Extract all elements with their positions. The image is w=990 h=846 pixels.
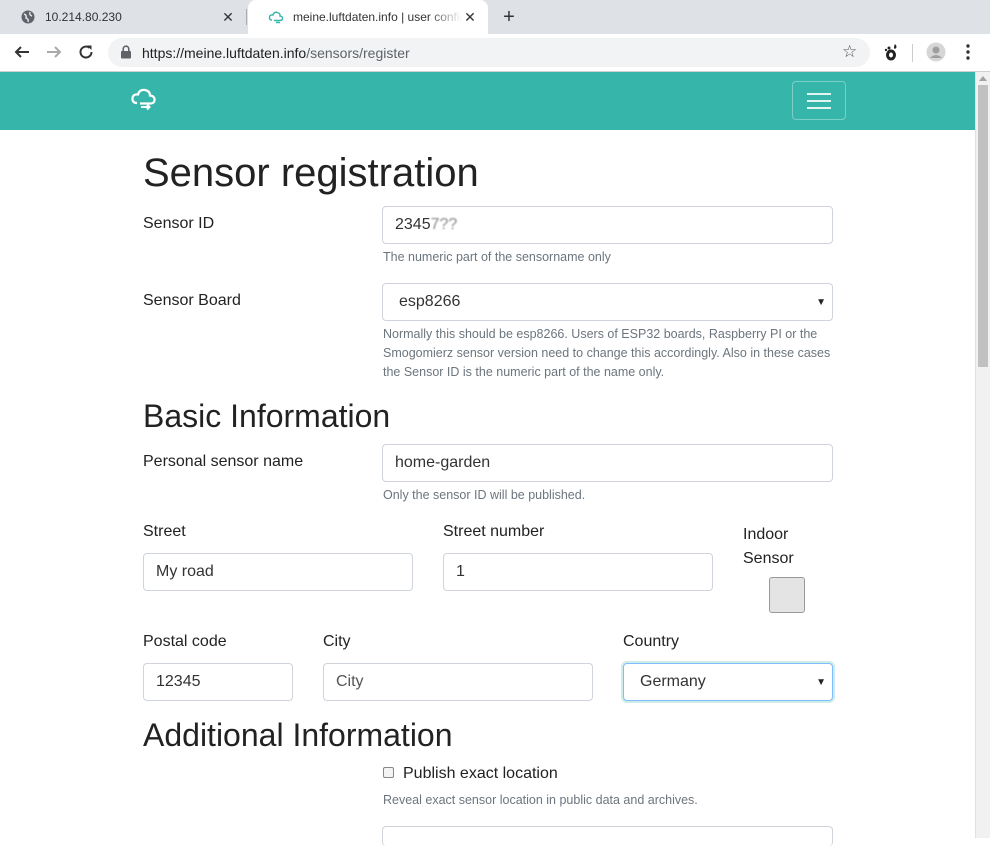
country-value: Germany (640, 673, 706, 690)
sensor-board-help: Normally this should be esp8266. Users o… (383, 327, 831, 379)
street-label: Street (143, 523, 186, 540)
city-label: City (323, 633, 351, 650)
tab-title: 10.214.80.230 (45, 10, 122, 24)
sensor-id-obscured: 7?? (430, 216, 458, 233)
next-field-input[interactable] (382, 826, 833, 846)
sensor-board-label: Sensor Board (143, 292, 241, 309)
scroll-up-icon[interactable] (979, 76, 987, 81)
sensor-id-help: The numeric part of the sensorname only (383, 250, 611, 264)
tab-ip[interactable]: 10.214.80.230 ✕ (0, 0, 246, 34)
publish-location-help: Reveal exact sensor location in public d… (383, 793, 698, 807)
tab-strip: 10.214.80.230 ✕ meine.luftdaten.info | u… (0, 0, 990, 34)
lock-icon (120, 45, 134, 59)
city-input[interactable]: City (323, 663, 593, 701)
tab-luftdaten[interactable]: meine.luftdaten.info | user configura ✕ (248, 0, 488, 34)
street-input[interactable]: My road (143, 553, 413, 591)
browser-toolbar: https://meine.luftdaten.info/sensors/reg… (0, 34, 990, 72)
postal-code-label: Postal code (143, 633, 227, 650)
street-number-input[interactable]: 1 (443, 553, 713, 591)
bookmark-star-icon[interactable]: ☆ (842, 43, 860, 61)
toolbar-divider (912, 44, 913, 62)
forward-icon[interactable] (42, 40, 66, 64)
publish-location-label[interactable]: Publish exact location (403, 765, 558, 783)
additional-info-heading: Additional Information (143, 717, 453, 753)
sensor-name-help: Only the sensor ID will be published. (383, 488, 586, 502)
close-icon[interactable]: ✕ (462, 9, 478, 25)
publish-location-checkbox[interactable] (383, 767, 394, 778)
gnome-extension-icon[interactable] (879, 40, 903, 64)
reload-icon[interactable] (74, 40, 98, 64)
country-label: Country (623, 633, 680, 650)
indoor-sensor-label: Indoor Sensor (743, 523, 794, 571)
postal-code-input[interactable]: 12345 (143, 663, 293, 701)
new-tab-icon[interactable]: + (498, 6, 520, 28)
indoor-sensor-checkbox[interactable] (769, 577, 805, 613)
url-text: https://meine.luftdaten.info/sensors/reg… (142, 45, 410, 61)
profile-avatar-icon[interactable] (924, 40, 948, 64)
chevron-down-icon: ▼ (816, 677, 826, 688)
address-bar[interactable]: https://meine.luftdaten.info/sensors/reg… (108, 38, 870, 67)
scroll-thumb[interactable] (978, 85, 988, 367)
street-number-label: Street number (443, 523, 545, 540)
sensor-name-label: Personal sensor name (143, 453, 304, 470)
page-title: Sensor registration (143, 151, 479, 195)
url-host: https://meine.luftdaten.info (142, 45, 307, 61)
url-path: /sensors/register (306, 45, 410, 61)
sensor-id-label: Sensor ID (143, 215, 215, 232)
menu-kebab-icon[interactable] (956, 40, 980, 64)
close-icon[interactable]: ✕ (220, 9, 236, 25)
hamburger-line (807, 107, 831, 109)
navbar-toggler-button[interactable] (792, 81, 846, 120)
indoor-label-line2: Sensor (743, 550, 794, 567)
hamburger-line (807, 93, 831, 95)
indoor-label-line1: Indoor (743, 526, 789, 543)
cloud-logo-icon[interactable] (130, 86, 158, 112)
country-select[interactable]: Germany ▼ (623, 663, 833, 701)
sensor-board-select[interactable]: esp8266 ▼ (382, 283, 833, 321)
hamburger-line (807, 100, 831, 102)
tab-separator (246, 9, 247, 25)
sensor-name-input[interactable]: home-garden (382, 444, 833, 482)
sensor-id-value: 2345 (395, 216, 431, 233)
tab-title: meine.luftdaten.info | user configura (293, 10, 462, 24)
sensor-board-value: esp8266 (399, 293, 461, 310)
globe-icon (20, 9, 36, 25)
back-icon[interactable] (10, 40, 34, 64)
chevron-down-icon: ▼ (816, 297, 826, 308)
page-scrollbar[interactable] (975, 72, 990, 838)
basic-info-heading: Basic Information (143, 398, 391, 434)
sensor-id-input[interactable]: 23457?? (382, 206, 833, 244)
cloud-icon (268, 9, 284, 25)
